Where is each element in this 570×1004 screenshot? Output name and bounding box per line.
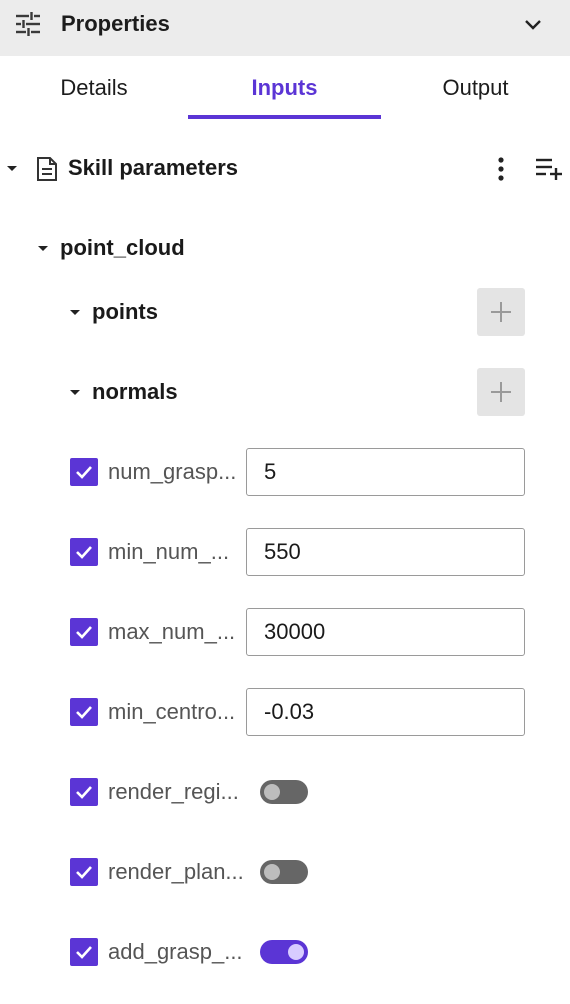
skill-parameters-caret-icon[interactable] (7, 166, 17, 171)
chevron-down-icon[interactable] (520, 12, 546, 38)
properties-header[interactable]: Properties (0, 0, 570, 56)
param-toggle[interactable] (260, 860, 308, 884)
param-value-input[interactable] (246, 608, 525, 656)
normals-label: normals (92, 379, 178, 404)
playlist-add-icon[interactable] (534, 156, 564, 182)
tab-output[interactable]: Output (381, 56, 570, 122)
point-cloud-label: point_cloud (60, 235, 185, 260)
param-checkbox[interactable] (70, 698, 98, 726)
param-checkbox[interactable] (70, 938, 98, 966)
param-label: num_grasp... (108, 459, 237, 484)
param-value-input[interactable] (246, 528, 525, 576)
param-checkbox[interactable] (70, 458, 98, 486)
document-icon (37, 157, 57, 181)
param-toggle[interactable] (260, 940, 308, 964)
param-value-input[interactable] (246, 688, 525, 736)
tab-details[interactable]: Details (0, 56, 188, 122)
param-label: min_centro... (108, 699, 236, 724)
check-icon (76, 946, 92, 959)
active-tab-indicator (188, 115, 381, 119)
more-vert-icon[interactable] (490, 155, 512, 183)
check-icon (76, 706, 92, 719)
toggle-knob (264, 784, 280, 800)
param-label: render_regi... (108, 779, 239, 804)
param-checkbox[interactable] (70, 618, 98, 646)
check-icon (76, 626, 92, 639)
plus-icon (491, 302, 511, 322)
normals-caret-icon[interactable] (70, 390, 80, 395)
plus-icon (491, 382, 511, 402)
add-points-button[interactable] (477, 288, 525, 336)
add-normals-button[interactable] (477, 368, 525, 416)
panel-title: Properties (61, 11, 170, 36)
point-cloud-caret-icon[interactable] (38, 246, 48, 251)
param-label: min_num_... (108, 539, 230, 564)
check-icon (76, 466, 92, 479)
check-icon (76, 866, 92, 879)
toggle-knob (264, 864, 280, 880)
tab-bar: Details Inputs Output (0, 56, 570, 122)
param-label: add_grasp_... (108, 939, 243, 964)
check-icon (76, 546, 92, 559)
toggle-knob (288, 944, 304, 960)
param-checkbox[interactable] (70, 538, 98, 566)
param-checkbox[interactable] (70, 858, 98, 886)
param-label: render_plan... (108, 859, 244, 884)
tab-inputs[interactable]: Inputs (188, 56, 381, 122)
points-label: points (92, 299, 158, 324)
param-toggle[interactable] (260, 780, 308, 804)
param-label: max_num_... (108, 619, 236, 644)
points-caret-icon[interactable] (70, 310, 80, 315)
param-value-input[interactable] (246, 448, 525, 496)
tune-icon (16, 12, 40, 36)
param-checkbox[interactable] (70, 778, 98, 806)
skill-parameters-label: Skill parameters (68, 155, 238, 180)
check-icon (76, 786, 92, 799)
